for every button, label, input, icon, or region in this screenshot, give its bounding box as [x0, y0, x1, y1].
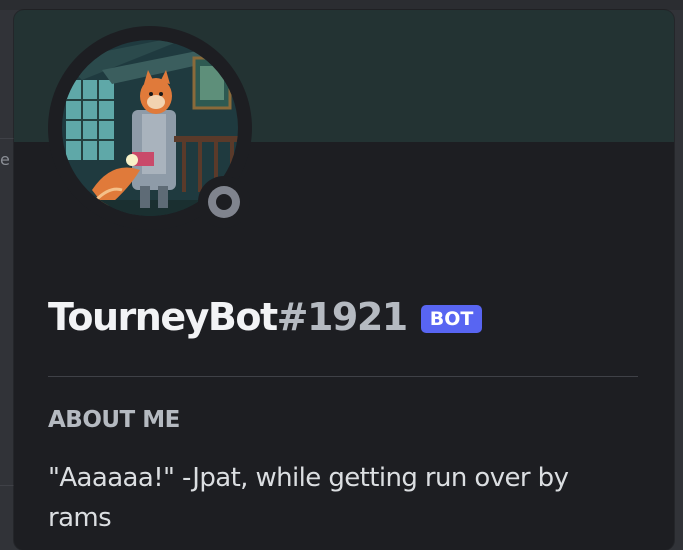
status-indicator-hole — [216, 194, 232, 210]
status-indicator — [198, 176, 250, 228]
username[interactable]: TourneyBot — [48, 292, 278, 342]
bot-badge: BOT — [420, 305, 483, 333]
about-me-heading: ABOUT ME — [48, 407, 180, 433]
app-top-bar — [0, 0, 683, 10]
about-me-text: "Aaaaaa!" -Jpat, while getting run over … — [48, 463, 569, 533]
user-name-row: TourneyBot #1921 BOT — [48, 292, 483, 342]
user-profile-popout: TourneyBot #1921 BOT ABOUT ME "Aaaaaa!" … — [14, 10, 674, 550]
background-divider — [0, 138, 14, 139]
user-discriminator[interactable]: #1921 — [277, 292, 409, 342]
background-divider — [0, 485, 14, 486]
background-partial-text: e — [0, 150, 10, 169]
profile-divider — [48, 376, 638, 377]
offline-status-icon — [208, 186, 240, 218]
avatar-container[interactable] — [48, 26, 252, 230]
